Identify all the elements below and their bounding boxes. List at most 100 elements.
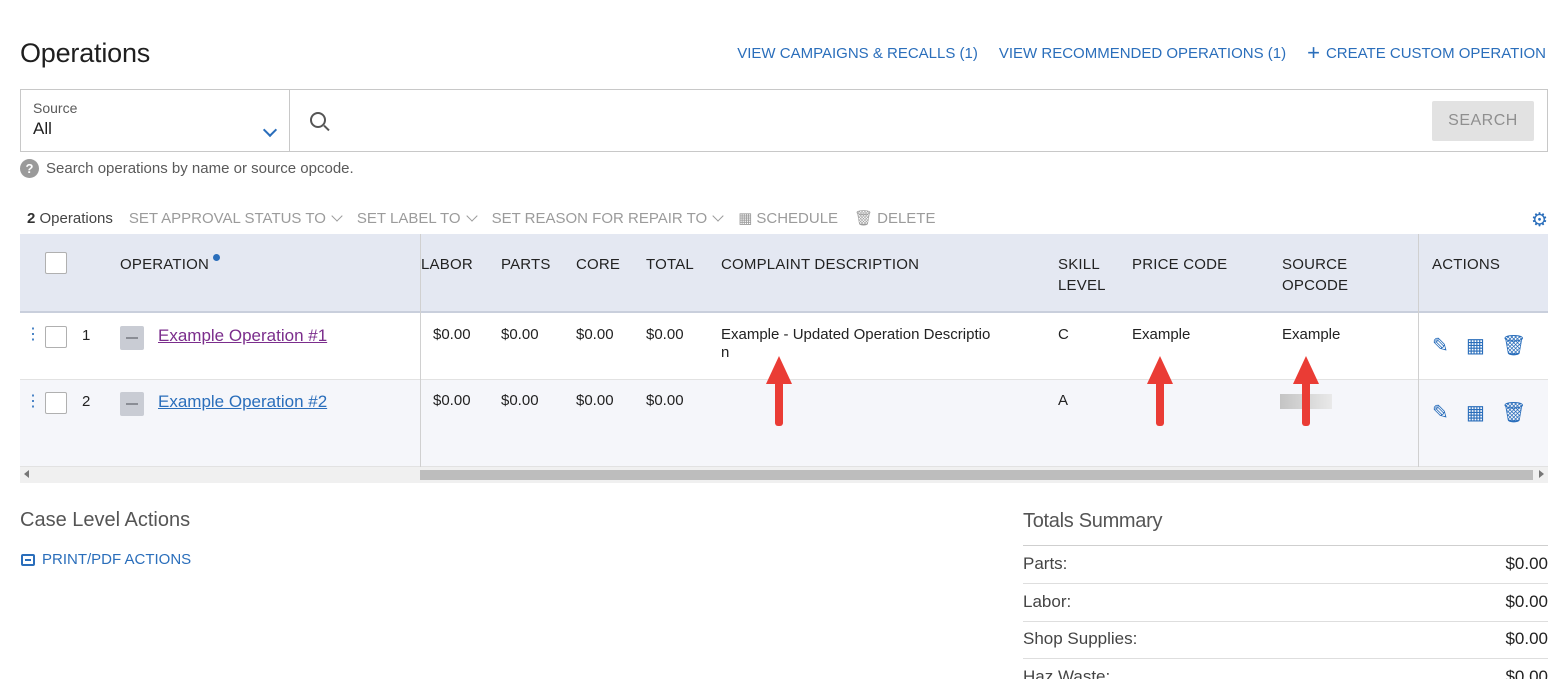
print-icon xyxy=(21,553,35,566)
totals-label: Labor: xyxy=(1023,592,1072,611)
drag-handle-icon[interactable]: ⋮⋮ xyxy=(25,394,56,410)
annotation-arrow xyxy=(1147,356,1173,428)
parts-value: $0.00 xyxy=(501,392,539,409)
core-value: $0.00 xyxy=(576,392,614,409)
header-total: TOTAL xyxy=(646,256,694,273)
header-operation-label: OPERATION xyxy=(120,256,210,273)
bulk-toolbar: 2 Operations SET APPROVAL STATUS TO SET … xyxy=(27,209,935,228)
plus-icon: + xyxy=(1307,40,1320,65)
collapse-icon[interactable] xyxy=(120,326,144,350)
header-parts: PARTS xyxy=(501,256,551,273)
page-title: Operations xyxy=(20,38,151,68)
totals-value: $0.00 xyxy=(1505,629,1548,648)
source-value: All xyxy=(33,119,52,138)
select-all-checkbox[interactable] xyxy=(45,252,67,274)
set-approval-status-dropdown[interactable]: SET APPROVAL STATUS TO xyxy=(128,209,343,227)
chevron-down-icon xyxy=(465,209,478,222)
set-approval-status-label: SET APPROVAL STATUS TO xyxy=(128,209,326,227)
schedule-label: SCHEDULE xyxy=(756,210,839,227)
scrollbar-thumb[interactable] xyxy=(420,470,1533,480)
drag-handle-icon[interactable]: ⋮⋮ xyxy=(25,327,56,343)
header-complaint-description: COMPLAINT DESCRIPTION xyxy=(721,256,920,273)
delete-label: DELETE xyxy=(877,210,936,227)
trash-icon[interactable]: 🗑 xyxy=(1501,333,1526,358)
search-bar: Source All SEARCH xyxy=(20,89,1548,152)
header-source-opcode-line1: SOURCE xyxy=(1282,256,1348,273)
row-checkbox[interactable] xyxy=(45,326,67,348)
search-button[interactable]: SEARCH xyxy=(1432,101,1534,141)
calendar-plus-icon[interactable]: ▦ xyxy=(1466,333,1485,358)
pencil-icon[interactable]: ✎ xyxy=(1432,400,1449,425)
operations-count-number: 2 xyxy=(27,209,36,227)
header-skill-level: SKILL LEVEL xyxy=(1058,254,1106,296)
annotation-arrow xyxy=(766,356,792,428)
header-source-opcode-line2: OPCODE xyxy=(1282,277,1349,294)
print-pdf-actions-label: PRINT/PDF ACTIONS xyxy=(42,551,192,568)
chevron-down-icon xyxy=(712,209,724,222)
gear-icon[interactable]: ⚙ xyxy=(1531,209,1548,232)
view-campaigns-link[interactable]: VIEW CAMPAIGNS & RECALLS (1) xyxy=(737,45,978,62)
totals-summary-title: Totals Summary xyxy=(1023,510,1163,532)
header-labor: LABOR xyxy=(421,256,473,273)
calendar-plus-icon[interactable]: ▦ xyxy=(1466,400,1485,425)
question-circle-icon: ? xyxy=(20,159,39,178)
set-label-label: SET LABEL TO xyxy=(356,209,461,227)
header-price-code: PRICE CODE xyxy=(1132,256,1228,273)
calendar-plus-icon: ▦ xyxy=(738,210,753,227)
totals-row: Parts: $0.00 xyxy=(1023,546,1548,584)
search-field: SEARCH xyxy=(290,90,1547,151)
view-recommended-link[interactable]: VIEW RECOMMENDED OPERATIONS (1) xyxy=(999,45,1286,62)
scroll-left-icon[interactable] xyxy=(24,470,29,478)
create-custom-operation-link[interactable]: + CREATE CUSTOM OPERATION xyxy=(1307,42,1546,64)
operation-link[interactable]: Example Operation #2 xyxy=(158,392,327,412)
totals-label: Haz Waste: xyxy=(1023,667,1111,679)
search-input[interactable] xyxy=(340,104,1420,136)
table-header: OPERATION LABOR PARTS CORE TOTAL COMPLAI… xyxy=(20,234,1548,313)
header-actions: ACTIONS xyxy=(1432,256,1501,273)
header-skill-level-line1: SKILL xyxy=(1058,256,1100,273)
print-pdf-actions-link[interactable]: PRINT/PDF ACTIONS xyxy=(21,551,191,568)
source-opcode: Example xyxy=(1282,326,1341,343)
search-hint-text: Search operations by name or source opco… xyxy=(46,160,354,177)
set-label-dropdown[interactable]: SET LABEL TO xyxy=(356,209,478,227)
delete-button[interactable]: 🗑 DELETE xyxy=(854,209,935,227)
row-number: 1 xyxy=(82,327,91,344)
trash-icon[interactable]: 🗑 xyxy=(1501,400,1526,425)
row-checkbox[interactable] xyxy=(45,392,67,414)
header-operation[interactable]: OPERATION xyxy=(120,254,221,275)
totals-value: $0.00 xyxy=(1505,592,1548,611)
source-select[interactable]: Source All xyxy=(21,90,290,151)
search-hint: ? Search operations by name or source op… xyxy=(20,159,354,178)
scroll-right-icon[interactable] xyxy=(1539,470,1544,478)
skill-level: A xyxy=(1058,392,1069,409)
trash-icon: 🗑 xyxy=(854,210,874,227)
core-value: $0.00 xyxy=(576,326,614,343)
total-value: $0.00 xyxy=(646,326,684,343)
required-dot-icon xyxy=(213,254,221,261)
search-icon xyxy=(310,112,326,128)
totals-row: Labor: $0.00 xyxy=(1023,584,1548,622)
operations-count-label: Operations xyxy=(39,209,113,227)
annotation-arrow xyxy=(1293,356,1319,428)
horizontal-scrollbar[interactable] xyxy=(20,467,1548,483)
labor-value: $0.00 xyxy=(433,326,471,343)
schedule-button[interactable]: ▦ SCHEDULE xyxy=(738,209,838,227)
row-number: 2 xyxy=(82,393,91,410)
complaint-description: Example - Updated Operation Descriptio n xyxy=(721,326,990,362)
price-code: Example xyxy=(1132,326,1191,343)
totals-row: Haz Waste: $0.00 xyxy=(1023,659,1548,679)
header-source-opcode: SOURCE OPCODE xyxy=(1282,254,1348,296)
operation-link[interactable]: Example Operation #1 xyxy=(158,326,327,346)
operations-table: OPERATION LABOR PARTS CORE TOTAL COMPLAI… xyxy=(20,234,1548,467)
pencil-icon[interactable]: ✎ xyxy=(1432,333,1449,358)
column-divider xyxy=(1418,234,1419,467)
collapse-icon[interactable] xyxy=(120,392,144,416)
create-custom-operation-label: CREATE CUSTOM OPERATION xyxy=(1325,45,1546,62)
complaint-line1: Example - Updated Operation Descriptio xyxy=(721,326,991,343)
set-reason-label: SET REASON FOR REPAIR TO xyxy=(491,209,708,227)
set-reason-dropdown[interactable]: SET REASON FOR REPAIR TO xyxy=(491,209,724,227)
totals-value: $0.00 xyxy=(1505,667,1548,679)
case-level-actions-title: Case Level Actions xyxy=(20,509,191,531)
column-divider xyxy=(420,234,421,467)
totals-value: $0.00 xyxy=(1505,554,1548,573)
